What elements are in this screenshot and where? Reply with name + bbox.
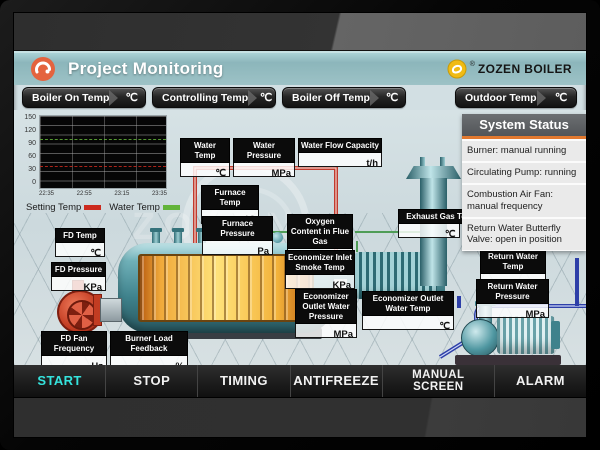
sensor-eco-outlet-water-temp: Economizer Outlet Water Temp ℃: [362, 291, 454, 330]
status-combustion-air-fan: Combustion Air Fan: manual frequency: [462, 185, 586, 217]
chart-legend: Setting TempWater Temp: [26, 202, 186, 213]
chart-xticks: 22:3522:5523:1523:35: [39, 191, 167, 197]
pump-volute: [461, 319, 499, 357]
top-dark-strip: [14, 13, 586, 51]
temp-pill-row: Boiler On Temp ℃ Controlling Temp ℃ Boil…: [14, 85, 586, 110]
temp-trend-chart: 1501209060300 22:3522:5523:1523:35 Setti…: [20, 113, 172, 217]
burner-unit: [100, 298, 122, 322]
sensor-furnace-pressure: Furnace Pressure Pa: [202, 216, 273, 255]
hmi-device-frame: Project Monitoring ® ZOZEN BOILER Boiler…: [0, 0, 600, 450]
sensor-eco-outlet-water-pressure: Economizer Outlet Water Pressure MPa: [295, 289, 357, 338]
pump-motor: [497, 316, 555, 354]
brand-logo-icon: [30, 56, 56, 82]
sensor-water-pressure: Water Pressure MPa: [233, 138, 295, 177]
manual-screen-button[interactable]: MANUAL SCREEN: [383, 365, 495, 397]
sensor-water-temp: Water Temp ℃: [180, 138, 230, 177]
alarm-button[interactable]: ALARM: [495, 365, 586, 397]
header-bar: Project Monitoring ® ZOZEN BOILER: [14, 51, 586, 85]
pump-base: [455, 355, 561, 365]
chevron-right-icon: [248, 90, 257, 106]
boiler-off-temp-button[interactable]: Boiler Off Temp ℃: [282, 87, 406, 108]
timing-button[interactable]: TIMING: [198, 365, 290, 397]
boiler-on-temp-button[interactable]: Boiler On Temp ℃: [22, 87, 146, 108]
status-burner: Burner: manual running: [462, 141, 586, 161]
outdoor-temp-button[interactable]: Outdoor Temp ℃: [455, 87, 577, 108]
system-status-panel: System Status Burner: manual running Cir…: [462, 114, 586, 251]
sensor-return-water-pressure: Return Water Pressure MPa: [476, 279, 549, 318]
start-button[interactable]: START: [14, 365, 106, 397]
safety-valve-icon: [272, 232, 283, 243]
stack-post: [420, 157, 425, 167]
sensor-eco-inlet-smoke-temp: Economizer Inlet Smoke Temp KPa: [285, 250, 355, 289]
sensor-water-flow: Water Flow Capacity t/h: [298, 138, 382, 167]
stack-post: [440, 157, 445, 167]
bottom-dark-strip: [14, 397, 586, 437]
sensor-fd-pressure: FD Pressure KPa: [51, 262, 106, 291]
zozen-logo: ® ZOZEN BOILER: [447, 59, 572, 79]
page-title: Project Monitoring: [68, 59, 224, 79]
bottom-nav-bar: START STOP TIMING ANTIFREEZE MANUAL SCRE…: [14, 365, 586, 397]
chart-plot: [39, 115, 167, 189]
status-circulating-pump: Circulating Pump: running: [462, 163, 586, 183]
mimic-diagram-area: ZOZEN 1501209060300 22:3522:5523:1523:35…: [14, 110, 586, 365]
chevron-right-icon: [537, 90, 546, 106]
stop-button[interactable]: STOP: [106, 365, 198, 397]
chevron-right-icon: [370, 90, 379, 106]
zozen-logo-text: ZOZEN BOILER: [478, 62, 572, 76]
zozen-logo-icon: [447, 59, 467, 79]
antifreeze-button[interactable]: ANTIFREEZE: [291, 365, 383, 397]
chart-yticks: 1501209060300: [20, 115, 36, 187]
status-return-water-valve: Return Water Butterfly Valve: open in po…: [462, 219, 586, 251]
registered-mark: ®: [470, 61, 475, 68]
chevron-right-icon: [109, 90, 118, 106]
system-status-title: System Status: [462, 114, 586, 139]
controlling-temp-button[interactable]: Controlling Temp ℃: [152, 87, 276, 108]
sensor-fd-temp: FD Temp ℃: [55, 228, 105, 257]
hmi-screen: Project Monitoring ® ZOZEN BOILER Boiler…: [14, 13, 586, 437]
